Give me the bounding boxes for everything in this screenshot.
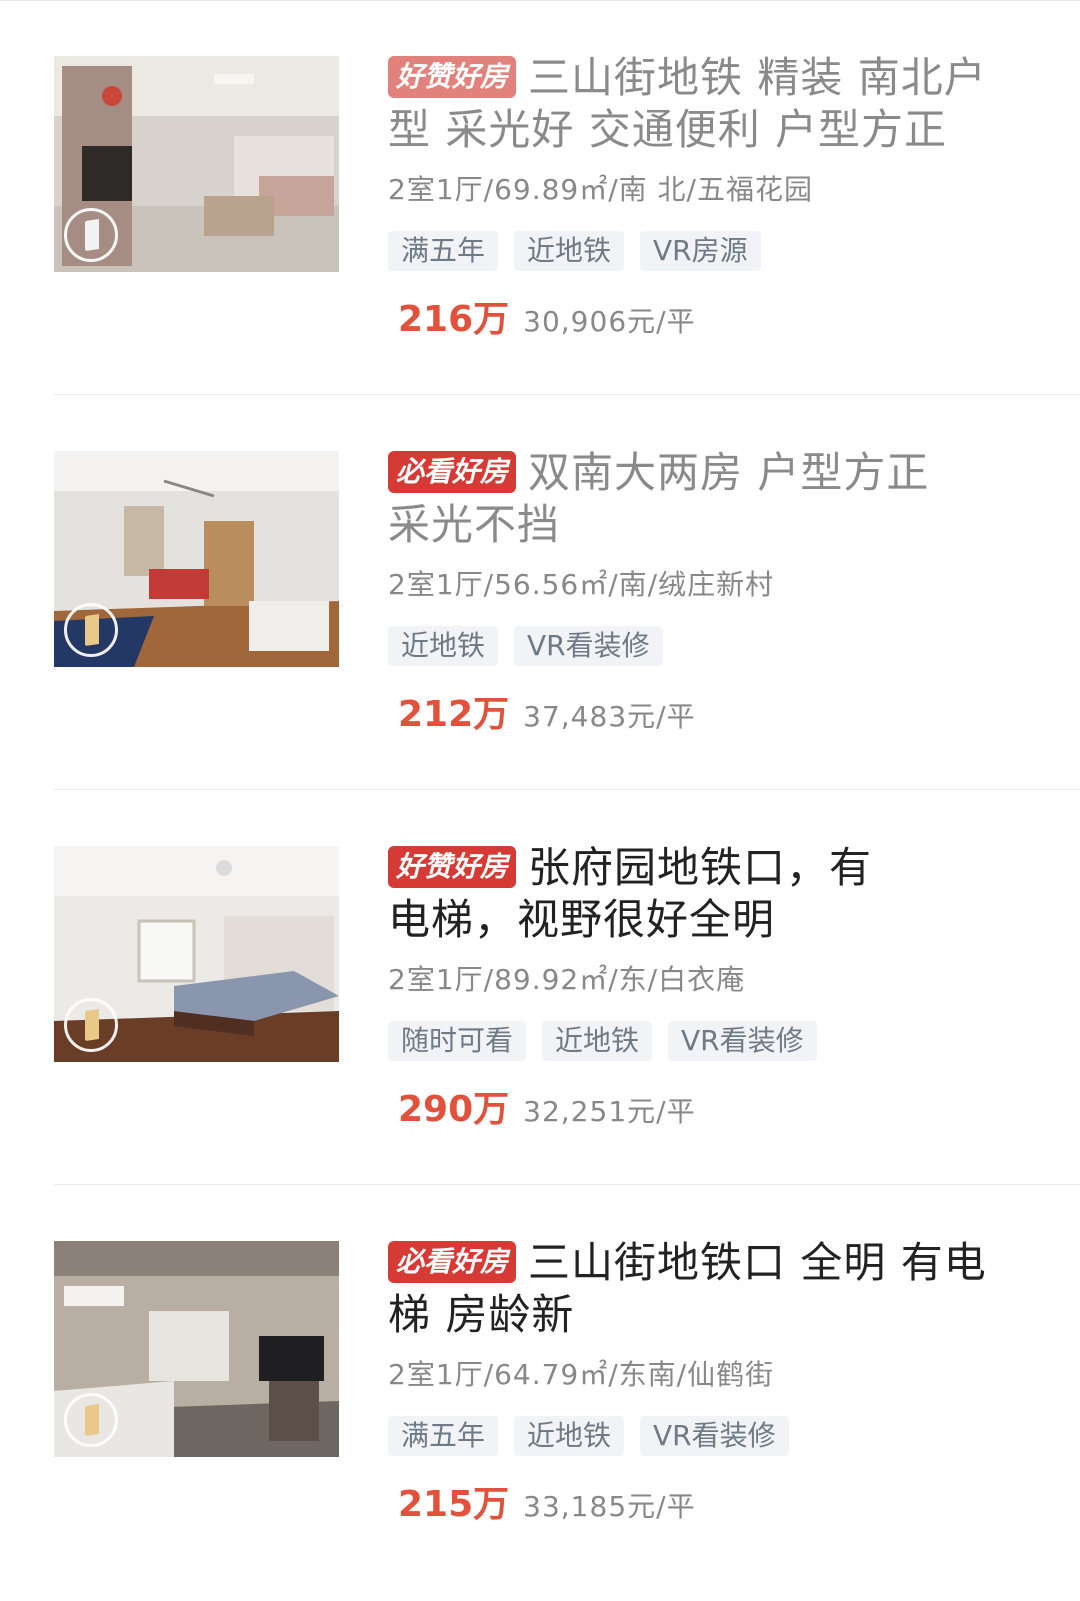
price-row: 212万 37,483元/平 xyxy=(398,685,696,735)
total-price: 290万 xyxy=(398,1089,510,1130)
promo-badge: 必看好房 xyxy=(388,1241,517,1283)
tag: 近地铁 xyxy=(542,1021,653,1061)
promo-badge: 好赞好房 xyxy=(388,846,517,888)
tag: 近地铁 xyxy=(514,231,625,271)
unit-price: 33,185元/平 xyxy=(523,1490,696,1523)
price-row: 290万 32,251元/平 xyxy=(398,1080,696,1130)
listing-tags: 随时可看 近地铁 VR看装修 xyxy=(388,1021,817,1061)
listing-photo[interactable] xyxy=(54,1241,339,1457)
listing-title-line2: 采光不挡 xyxy=(388,500,561,549)
listing-title: 好赞好房 张府园地铁口，有 xyxy=(388,842,1008,894)
listing-title: 必看好房 双南大两房 户型方正 xyxy=(388,447,1008,499)
total-price: 216万 xyxy=(398,299,510,340)
total-price: 212万 xyxy=(398,694,510,735)
listing-info: 2室1厅/56.56㎡/南/绒庄新村 xyxy=(388,568,775,601)
vr-badge-icon xyxy=(64,998,118,1052)
listing-tags: 近地铁 VR看装修 xyxy=(388,626,663,666)
tag: 近地铁 xyxy=(388,626,499,666)
tag: VR看装修 xyxy=(514,626,663,666)
listing-tags: 满五年 近地铁 VR房源 xyxy=(388,231,761,271)
vr-badge-icon xyxy=(64,208,118,262)
listing-tags: 满五年 近地铁 VR看装修 xyxy=(388,1416,789,1456)
price-row: 215万 33,185元/平 xyxy=(398,1475,696,1525)
vr-badge-icon xyxy=(64,1393,118,1447)
promo-badge: 好赞好房 xyxy=(388,56,517,98)
total-price: 215万 xyxy=(398,1484,510,1525)
price-row: 216万 30,906元/平 xyxy=(398,290,696,340)
listing-title: 必看好房 三山街地铁口 全明 有电 xyxy=(388,1237,1008,1289)
listing-card[interactable]: 必看好房 双南大两房 户型方正 采光不挡 2室1厅/56.56㎡/南/绒庄新村 近… xyxy=(0,395,1080,790)
listing-card[interactable]: 好赞好房 三山街地铁 精装 南北户 型 采光好 交通便利 户型方正 2室1厅/69… xyxy=(0,0,1080,395)
tag: VR看装修 xyxy=(668,1021,817,1061)
unit-price: 37,483元/平 xyxy=(523,700,696,733)
tag: 满五年 xyxy=(388,1416,499,1456)
tag: 近地铁 xyxy=(514,1416,625,1456)
tag: 满五年 xyxy=(388,231,499,271)
vr-badge-icon xyxy=(64,603,118,657)
tag: 随时可看 xyxy=(388,1021,527,1061)
unit-price: 30,906元/平 xyxy=(523,305,696,338)
listing-title-line2: 梯 房龄新 xyxy=(388,1290,575,1339)
listing-title: 好赞好房 三山街地铁 精装 南北户 xyxy=(388,52,1008,104)
tag: VR看装修 xyxy=(640,1416,789,1456)
listing-info: 2室1厅/64.79㎡/东南/仙鹤街 xyxy=(388,1358,775,1391)
listing-title-line2: 型 采光好 交通便利 户型方正 xyxy=(388,105,948,154)
listing-list: 好赞好房 三山街地铁 精装 南北户 型 采光好 交通便利 户型方正 2室1厅/69… xyxy=(0,0,1080,1601)
listing-photo[interactable] xyxy=(54,846,339,1062)
unit-price: 32,251元/平 xyxy=(523,1095,696,1128)
listing-photo[interactable] xyxy=(54,451,339,667)
listing-photo[interactable] xyxy=(54,56,339,272)
listing-info: 2室1厅/89.92㎡/东/白衣庵 xyxy=(388,963,746,996)
listing-info: 2室1厅/69.89㎡/南 北/五福花园 xyxy=(388,173,813,206)
listing-card[interactable]: 必看好房 三山街地铁口 全明 有电 梯 房龄新 2室1厅/64.79㎡/东南/仙鹤… xyxy=(0,1185,1080,1580)
promo-badge: 必看好房 xyxy=(388,451,517,493)
listing-card[interactable]: 好赞好房 张府园地铁口，有 电梯，视野很好全明 2室1厅/89.92㎡/东/白衣庵… xyxy=(0,790,1080,1185)
tag: VR房源 xyxy=(640,231,761,271)
listing-title-line2: 电梯，视野很好全明 xyxy=(388,895,776,944)
